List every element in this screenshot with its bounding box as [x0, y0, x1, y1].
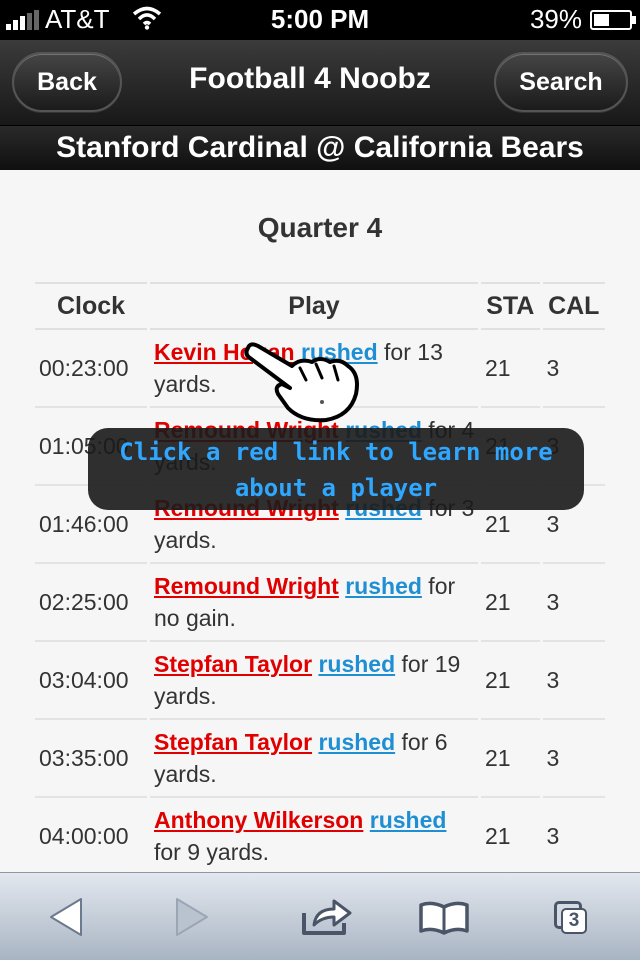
row-clock: 03:35:00: [35, 720, 147, 798]
row-clock: 03:04:00: [35, 642, 147, 720]
table-row: 03:04:00 Stepfan Taylor rushed for 19 ya…: [35, 642, 605, 720]
row-score-cal: 3: [542, 720, 605, 798]
row-clock: 00:23:00: [35, 330, 147, 408]
share-icon[interactable]: [296, 887, 356, 947]
column-header-play: Play: [150, 282, 478, 330]
bookmarks-icon[interactable]: [414, 887, 474, 947]
browser-toolbar: 3: [0, 872, 640, 960]
status-bar: AT&T 5:00 PM 39%: [0, 0, 640, 40]
search-button[interactable]: Search: [494, 52, 628, 112]
tabs-icon[interactable]: 3: [544, 887, 600, 947]
matchup-header: Stanford Cardinal @ California Bears: [0, 126, 640, 170]
action-link[interactable]: rushed: [345, 573, 422, 599]
column-header-clock: Clock: [35, 282, 147, 330]
battery-percent: 39%: [529, 4, 582, 34]
battery-icon: [590, 10, 636, 30]
row-score-cal: 3: [542, 642, 605, 720]
main-content[interactable]: Quarter 4 Clock Play STA CAL 00:23:00 Ke…: [0, 170, 640, 872]
row-play: Stepfan Taylor rushed for 6 yards.: [150, 720, 478, 798]
nav-bar: Back Football 4 Noobz Search: [0, 40, 640, 126]
row-score-sta: 21: [481, 720, 540, 798]
player-link[interactable]: Stepfan Taylor: [154, 651, 312, 677]
column-header-sta: STA: [481, 282, 540, 330]
action-link[interactable]: rushed: [370, 807, 447, 833]
play-detail: for 9 yards.: [154, 839, 270, 865]
row-play: Remound Wright rushed for no gain.: [150, 564, 478, 642]
row-play: Anthony Wilkerson rushed for 9 yards.: [150, 798, 478, 872]
row-score-cal: 3: [542, 330, 605, 408]
table-header-row: Clock Play STA CAL: [35, 282, 605, 330]
table-row: 04:00:00 Anthony Wilkerson rushed for 9 …: [35, 798, 605, 872]
table-row: 02:25:00 Remound Wright rushed for no ga…: [35, 564, 605, 642]
row-clock: 02:25:00: [35, 564, 147, 642]
tutorial-tooltip[interactable]: Click a red link to learn more about a p…: [88, 428, 584, 510]
back-arrow-icon[interactable]: [38, 887, 94, 947]
player-link[interactable]: Remound Wright: [154, 573, 339, 599]
player-link[interactable]: Anthony Wilkerson: [154, 807, 363, 833]
quarter-heading: Quarter 4: [257, 212, 383, 243]
column-header-cal: CAL: [542, 282, 605, 330]
row-clock: 04:00:00: [35, 798, 147, 872]
action-link[interactable]: rushed: [318, 651, 395, 677]
pointing-hand-icon: [244, 342, 359, 423]
row-score-cal: 3: [542, 564, 605, 642]
forward-arrow-icon[interactable]: [164, 887, 220, 947]
table-row: 03:35:00 Stepfan Taylor rushed for 6 yar…: [35, 720, 605, 798]
row-score-sta: 21: [481, 798, 540, 872]
row-score-sta: 21: [481, 642, 540, 720]
action-link[interactable]: rushed: [318, 729, 395, 755]
back-button[interactable]: Back: [12, 52, 122, 112]
tabs-count: 3: [561, 908, 587, 934]
row-score-sta: 21: [481, 330, 540, 408]
app: AT&T 5:00 PM 39% Back Football 4 Noobz S…: [0, 0, 640, 960]
battery-fill: [594, 14, 609, 26]
row-play: Stepfan Taylor rushed for 19 yards.: [150, 642, 478, 720]
page-title: Football 4 Noobz: [189, 62, 431, 95]
player-link[interactable]: Stepfan Taylor: [154, 729, 312, 755]
row-score-cal: 3: [543, 798, 605, 872]
row-score-sta: 21: [481, 564, 540, 642]
